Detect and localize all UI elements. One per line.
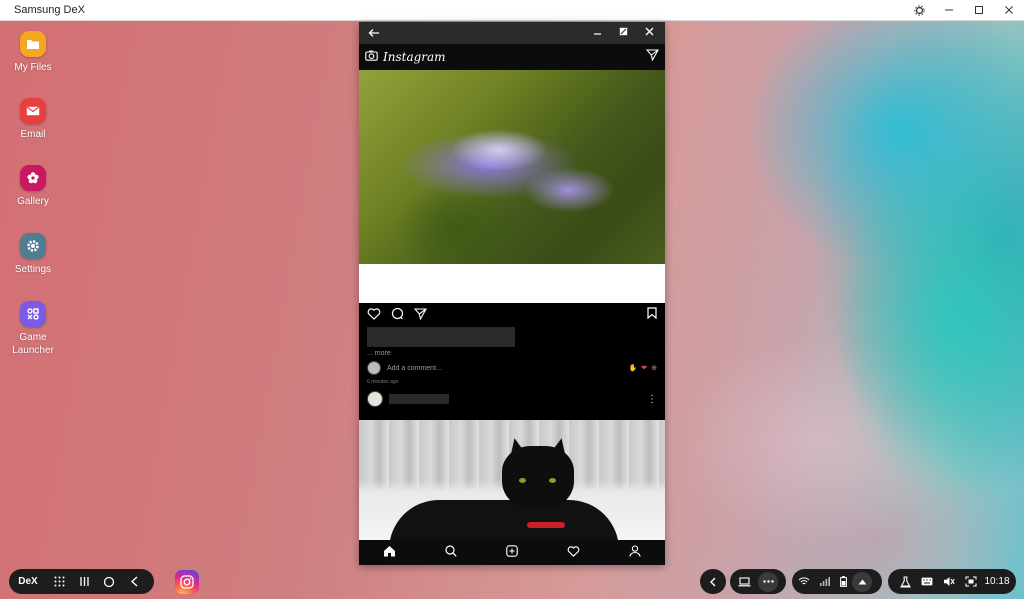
cat-eye bbox=[519, 478, 526, 483]
envelope-icon bbox=[20, 98, 46, 124]
dex-taskbar-left: DeX bbox=[9, 569, 154, 594]
more-dots-icon[interactable] bbox=[758, 571, 778, 592]
avatar[interactable] bbox=[367, 391, 383, 407]
more-link[interactable]: ... more bbox=[359, 350, 665, 357]
home-icon[interactable] bbox=[383, 545, 396, 560]
desktop-icon-label: My Files bbox=[14, 62, 52, 73]
add-comment-input[interactable]: Add a comment... bbox=[387, 365, 625, 372]
camera-icon[interactable] bbox=[365, 48, 378, 66]
desktop-icon-label: Gallery bbox=[17, 196, 49, 207]
wifi-icon[interactable] bbox=[792, 577, 816, 586]
minimize-button[interactable] bbox=[584, 27, 610, 39]
home-circle-icon[interactable] bbox=[97, 576, 121, 588]
heart-emoji-icon[interactable]: ❤ bbox=[641, 364, 647, 372]
resize-icon[interactable] bbox=[610, 27, 636, 39]
signal-icon[interactable] bbox=[816, 577, 834, 586]
chevron-left-icon bbox=[709, 577, 717, 587]
apps-grid-icon[interactable] bbox=[47, 576, 71, 587]
more-options-icon[interactable]: ⋮ bbox=[647, 394, 657, 405]
close-button[interactable] bbox=[994, 0, 1024, 21]
desktop-icon-label: Game Launcher bbox=[12, 332, 54, 356]
heart-icon[interactable] bbox=[567, 545, 580, 560]
settings-icon[interactable] bbox=[904, 0, 934, 21]
expand-up-icon[interactable] bbox=[852, 571, 872, 592]
maximize-button[interactable] bbox=[964, 0, 994, 21]
desktop-icon-game-launcher[interactable]: Game Launcher bbox=[0, 301, 66, 357]
username-redacted bbox=[389, 394, 449, 404]
title-bar: Samsung DeX bbox=[0, 0, 1024, 21]
add-emoji-icon[interactable]: ⊕ bbox=[651, 364, 657, 372]
new-post-icon[interactable] bbox=[506, 545, 518, 560]
heart-icon[interactable] bbox=[367, 307, 381, 323]
instagram-bottom-nav bbox=[359, 540, 665, 565]
close-button[interactable] bbox=[636, 27, 662, 39]
screenshot-icon[interactable] bbox=[960, 576, 982, 587]
direct-message-icon[interactable] bbox=[645, 48, 659, 66]
clap-emoji-icon[interactable]: ✋ bbox=[629, 364, 638, 372]
instagram-header: Instagram bbox=[359, 44, 665, 70]
desktop-icon-label: Email bbox=[20, 129, 46, 140]
cat-collar bbox=[527, 522, 565, 528]
taskbar-system-group: 10:18 bbox=[888, 569, 1016, 594]
instagram-window: Instagram ... more Add a comment... ✋ ❤ … bbox=[359, 22, 665, 565]
comment-icon[interactable] bbox=[391, 307, 404, 323]
post-actions bbox=[359, 303, 665, 327]
desktop-icon-my-files[interactable]: My Files bbox=[0, 31, 66, 74]
post-photo-flower[interactable] bbox=[359, 70, 665, 264]
desktop-icon-label: Settings bbox=[14, 264, 52, 275]
post2-header: ⋮ bbox=[359, 385, 665, 413]
share-icon[interactable] bbox=[413, 307, 427, 323]
profile-icon[interactable] bbox=[629, 545, 641, 560]
lab-flask-icon[interactable] bbox=[894, 575, 916, 588]
game-icon bbox=[20, 301, 46, 327]
folder-icon bbox=[20, 31, 46, 57]
app-window-bar bbox=[359, 22, 665, 44]
add-comment-row: Add a comment... ✋ ❤ ⊕ bbox=[359, 357, 665, 379]
back-icon[interactable] bbox=[121, 576, 147, 587]
instagram-taskbar-icon[interactable] bbox=[175, 570, 199, 594]
desktop-icon-settings[interactable]: Settings bbox=[0, 233, 66, 276]
window-title: Samsung DeX bbox=[14, 4, 85, 16]
caption-redacted bbox=[367, 327, 515, 347]
flower-icon bbox=[20, 165, 46, 191]
laptop-icon[interactable] bbox=[730, 576, 758, 587]
taskbar-collapse-button[interactable] bbox=[700, 569, 726, 594]
cat-eye bbox=[549, 478, 556, 483]
taskbar-display-group bbox=[730, 569, 786, 594]
desktop-icon-email[interactable]: Email bbox=[0, 98, 66, 141]
gear-icon bbox=[20, 233, 46, 259]
bookmark-icon[interactable] bbox=[647, 306, 657, 324]
recents-icon[interactable] bbox=[71, 576, 97, 587]
post-photo-cat[interactable] bbox=[359, 420, 665, 550]
battery-icon[interactable] bbox=[834, 576, 852, 587]
minimize-button[interactable] bbox=[934, 0, 964, 21]
search-icon[interactable] bbox=[445, 545, 457, 560]
back-arrow-icon[interactable] bbox=[359, 26, 389, 41]
mute-icon[interactable] bbox=[938, 576, 960, 587]
cat-head bbox=[502, 446, 574, 510]
dex-button[interactable]: DeX bbox=[9, 576, 47, 587]
taskbar-status-group bbox=[792, 569, 882, 594]
keyboard-icon[interactable] bbox=[916, 577, 938, 586]
avatar bbox=[367, 361, 381, 375]
desktop-icon-gallery[interactable]: Gallery bbox=[0, 165, 66, 208]
clock[interactable]: 10:18 bbox=[982, 576, 1012, 587]
post-photo-border bbox=[359, 264, 665, 303]
instagram-logo: Instagram bbox=[383, 50, 446, 64]
